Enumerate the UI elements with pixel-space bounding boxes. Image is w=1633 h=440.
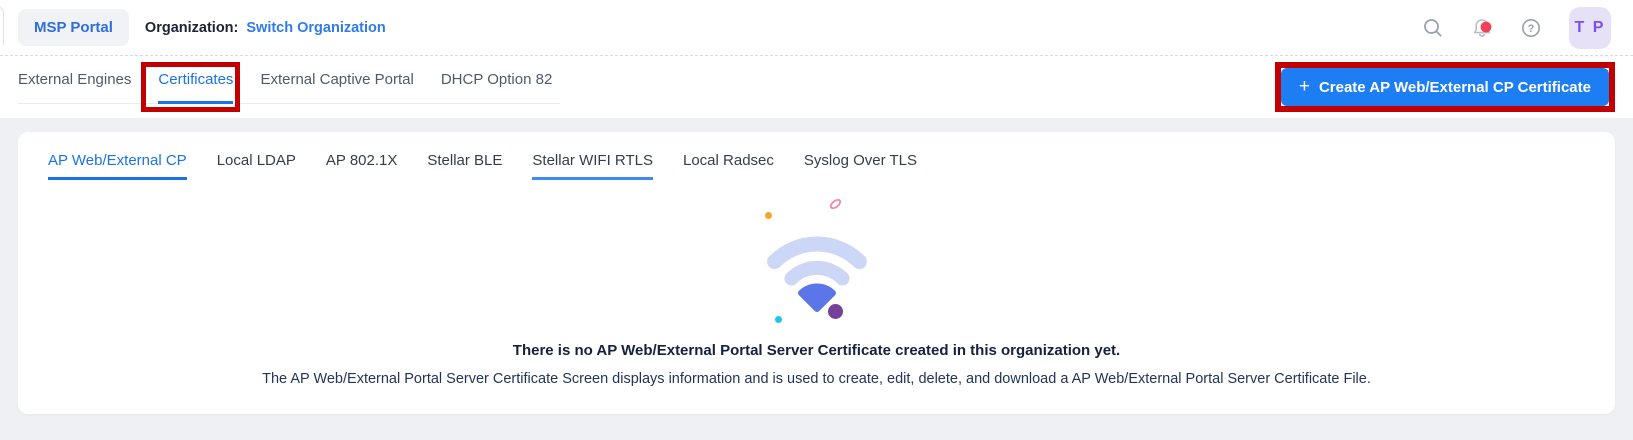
- content-area: AP Web/External CP Local LDAP AP 802.1X …: [0, 118, 1633, 440]
- header-bar: MSP Portal Organization: Switch Organiza…: [0, 0, 1633, 56]
- search-icon[interactable]: [1422, 17, 1444, 39]
- page: MSP Portal Organization: Switch Organiza…: [0, 0, 1633, 440]
- annotation-box-create-button: + Create AP Web/External CP Certificate: [1274, 62, 1615, 112]
- decor-ring-pink: [827, 196, 843, 212]
- help-icon[interactable]: ?: [1520, 17, 1542, 39]
- tab-external-captive-portal[interactable]: External Captive Portal: [260, 56, 413, 104]
- main-tabbar: External Engines Certificates External C…: [0, 56, 1633, 118]
- main-tabs: External Engines Certificates External C…: [18, 56, 561, 104]
- empty-state-illustration: [687, 188, 947, 326]
- notifications-bell-icon[interactable]: [1471, 17, 1493, 39]
- svg-text:?: ?: [1528, 23, 1535, 35]
- certificates-card: AP Web/External CP Local LDAP AP 802.1X …: [18, 132, 1615, 414]
- wifi-icon: [766, 236, 867, 312]
- certificate-subtabs: AP Web/External CP Local LDAP AP 802.1X …: [48, 152, 1585, 180]
- create-certificate-button-label: Create AP Web/External CP Certificate: [1318, 78, 1591, 96]
- header-actions: ? T P: [1422, 6, 1611, 49]
- decor-dot-cyan: [774, 316, 782, 323]
- tab-certificates[interactable]: Certificates: [158, 56, 234, 104]
- subtab-stellar-wifi-rtls[interactable]: Stellar WIFI RTLS: [532, 152, 653, 180]
- subtab-local-ldap[interactable]: Local LDAP: [217, 152, 296, 180]
- left-panel-edge: [0, 5, 4, 45]
- decor-dot-orange: [764, 212, 772, 219]
- tab-external-engines[interactable]: External Engines: [18, 56, 131, 104]
- tab-dhcp-option-82[interactable]: DHCP Option 82: [441, 56, 552, 104]
- subtab-local-radsec[interactable]: Local Radsec: [683, 152, 774, 180]
- subtab-ap-web-external-cp[interactable]: AP Web/External CP: [48, 152, 187, 180]
- empty-state-title: There is no AP Web/External Portal Serve…: [512, 342, 1121, 359]
- switch-organization-link[interactable]: Switch Organization: [246, 20, 385, 36]
- user-avatar[interactable]: T P: [1569, 6, 1611, 49]
- create-certificate-button[interactable]: + Create AP Web/External CP Certificate: [1280, 68, 1609, 106]
- decor-dot-purple: [827, 304, 843, 319]
- organization-label: Organization:: [144, 19, 239, 36]
- subtab-stellar-ble[interactable]: Stellar BLE: [427, 152, 502, 180]
- organization-section: Organization: Switch Organization: [145, 20, 386, 36]
- subtab-ap-8021x[interactable]: AP 802.1X: [326, 152, 397, 180]
- subtab-syslog-over-tls[interactable]: Syslog Over TLS: [804, 152, 917, 180]
- msp-portal-button[interactable]: MSP Portal: [18, 9, 129, 46]
- plus-icon: +: [1298, 75, 1310, 97]
- empty-state-description: The AP Web/External Portal Server Certif…: [262, 371, 1371, 387]
